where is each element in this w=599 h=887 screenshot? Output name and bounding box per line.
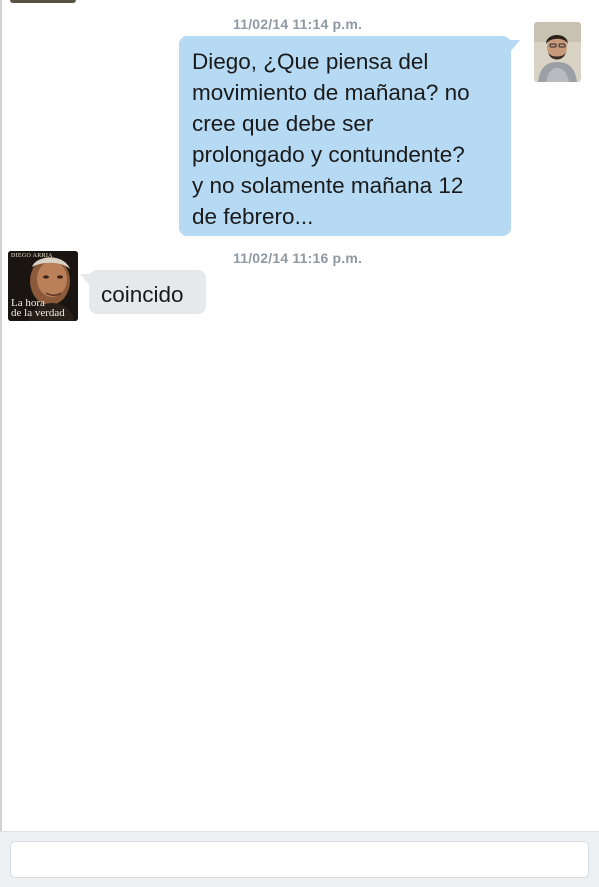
incoming-message-bubble[interactable]: coincido: [80, 270, 206, 314]
user-photo-avatar-icon[interactable]: [534, 22, 581, 82]
message-line: prolongado y contundente?: [192, 142, 465, 167]
message-timestamp: 11/02/14 11:14 p.m.: [233, 16, 363, 32]
book-cover-title: La hora de la verdad: [11, 297, 65, 319]
message-text: coincido: [101, 282, 184, 307]
book-cover-brand: DIEGO ARRIA: [11, 253, 53, 259]
previous-avatar-edge: [10, 0, 76, 3]
message-line: movimiento de mañana? no: [192, 80, 470, 105]
bubble-tail: [80, 274, 90, 286]
left-border: [0, 0, 2, 886]
message-timestamp: 11/02/14 11:16 p.m.: [233, 250, 363, 266]
book-cover-avatar-icon[interactable]: DIEGO ARRIA La hora de la verdad: [8, 251, 78, 321]
bubble-tail: [510, 40, 520, 52]
message-composer-bar: [0, 831, 599, 887]
message-input[interactable]: [10, 841, 589, 878]
message-line: de febrero...: [192, 204, 314, 229]
outgoing-message-bubble[interactable]: Diego, ¿Que piensa del movimiento de mañ…: [179, 36, 520, 236]
message-line: cree que debe ser: [192, 111, 374, 136]
message-line: y no solamente mañana 12: [192, 173, 464, 198]
message-line: Diego, ¿Que piensa del: [192, 49, 429, 74]
